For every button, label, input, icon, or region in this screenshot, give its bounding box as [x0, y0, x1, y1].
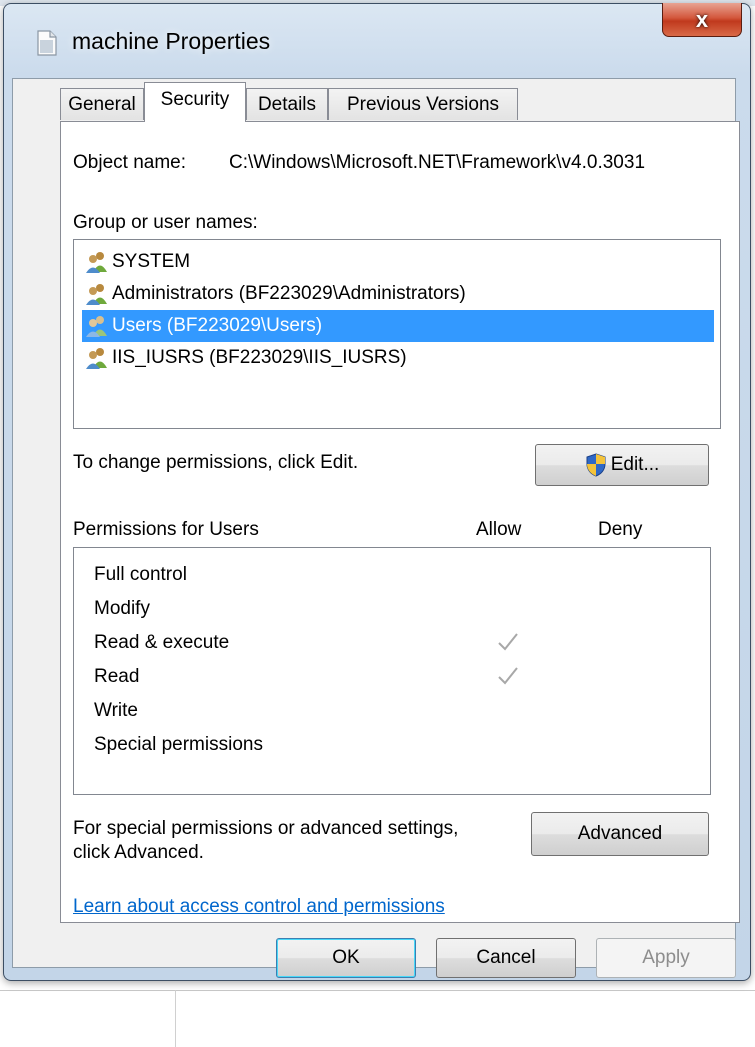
background-divider [0, 990, 755, 991]
permission-row-special: Special permissions [84, 728, 704, 762]
apply-button[interactable]: Apply [596, 938, 736, 978]
close-icon: x [695, 6, 709, 32]
tab-previous-versions[interactable]: Previous Versions [328, 88, 518, 120]
allow-check-icon [498, 667, 518, 685]
permission-name: Full control [94, 564, 187, 585]
uac-shield-icon [586, 453, 606, 477]
cancel-button-label: Cancel [476, 947, 536, 968]
object-name-label: Object name: [73, 152, 186, 173]
deny-column-header: Deny [598, 519, 643, 540]
file-icon [37, 30, 57, 56]
ok-button-label: OK [332, 947, 360, 968]
user-group-icon [86, 316, 107, 337]
permission-row-read: Read [84, 660, 704, 694]
permission-name: Write [94, 700, 138, 721]
permissions-list[interactable]: Full control Modify Read & execute Read … [73, 547, 711, 795]
allow-check-icon [498, 633, 518, 651]
user-group-icon [86, 348, 107, 369]
user-item-system[interactable]: SYSTEM [82, 246, 714, 278]
tab-details[interactable]: Details [246, 88, 328, 120]
advanced-hint-line2: click Advanced. [73, 842, 204, 863]
allow-column-header: Allow [476, 519, 522, 540]
user-item-label: Administrators (BF223029\Administrators) [112, 283, 466, 304]
edit-button[interactable]: Edit... [535, 444, 709, 486]
ok-button[interactable]: OK [276, 938, 416, 978]
permissions-header: Permissions for Users [73, 519, 259, 540]
permission-name: Read [94, 666, 140, 687]
user-list[interactable]: SYSTEM Administrators (BF223029\Administ… [73, 239, 721, 429]
advanced-button-label: Advanced [577, 823, 663, 844]
apply-button-label: Apply [642, 947, 690, 968]
user-group-icon [86, 284, 107, 305]
window-title: machine Properties [72, 28, 271, 54]
permission-row-modify: Modify [84, 592, 704, 626]
advanced-button[interactable]: Advanced [531, 812, 709, 856]
title-bar[interactable]: machine Properties x [4, 3, 750, 82]
change-permissions-hint: To change permissions, click Edit. [73, 452, 359, 473]
permission-name: Special permissions [94, 734, 263, 755]
background-divider-vertical [175, 990, 176, 1047]
permission-row-full-control: Full control [84, 558, 704, 592]
tab-general[interactable]: General [60, 88, 144, 120]
group-list-label: Group or user names: [73, 212, 258, 233]
cancel-button[interactable]: Cancel [436, 938, 576, 978]
user-item-administrators[interactable]: Administrators (BF223029\Administrators) [82, 278, 714, 310]
permission-name: Read & execute [94, 632, 230, 653]
advanced-hint-line1: For special permissions or advanced sett… [73, 818, 459, 839]
user-item-label: SYSTEM [112, 251, 191, 272]
security-tab-panel: Object name: C:\Windows\Microsoft.NET\Fr… [60, 121, 740, 923]
permission-row-read-execute: Read & execute [84, 626, 704, 660]
tab-security[interactable]: Security [144, 82, 246, 122]
permission-row-write: Write [84, 694, 704, 728]
user-item-label: Users (BF223029\Users) [112, 315, 323, 336]
user-item-users[interactable]: Users (BF223029\Users) [82, 310, 714, 342]
close-button[interactable]: x [662, 3, 742, 37]
user-item-label: IIS_IUSRS (BF223029\IIS_IUSRS) [112, 347, 407, 368]
user-item-iis-iusrs[interactable]: IIS_IUSRS (BF223029\IIS_IUSRS) [82, 342, 714, 374]
user-group-icon [86, 252, 107, 273]
object-name-value: C:\Windows\Microsoft.NET\Framework\v4.0.… [229, 152, 646, 173]
edit-button-label: Edit... [610, 454, 660, 475]
learn-access-control-link[interactable]: Learn about access control and permissio… [73, 896, 445, 918]
permission-name: Modify [94, 598, 150, 619]
